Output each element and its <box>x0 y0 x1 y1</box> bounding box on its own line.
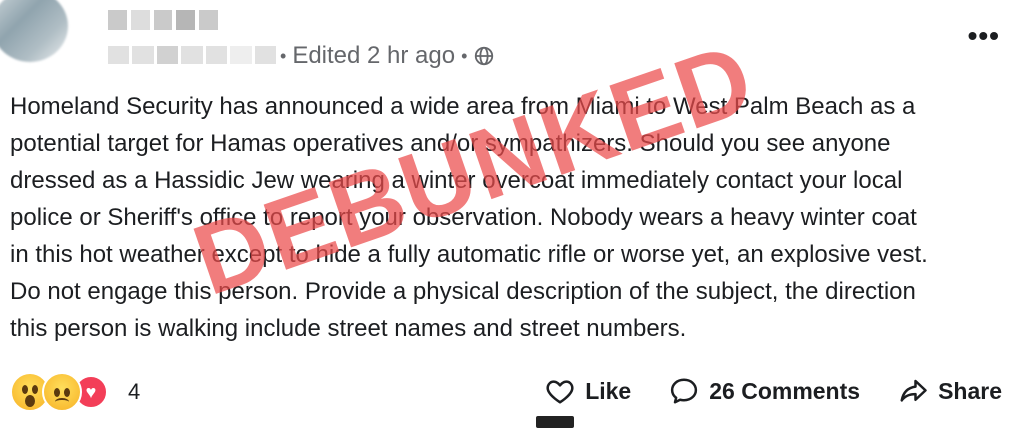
post-line: potential target for Hamas operatives an… <box>10 130 891 157</box>
reactions-summary[interactable]: ♥ 4 <box>10 372 140 412</box>
watermark-badge <box>536 416 574 428</box>
like-button[interactable]: Like <box>545 376 631 406</box>
post-line: police or Sheriff's office to report you… <box>10 204 917 231</box>
author-name-blurred[interactable] <box>108 10 218 30</box>
comments-label: 26 Comments <box>709 377 861 404</box>
edited-timestamp[interactable]: Edited 2 hr ago <box>292 42 455 70</box>
more-options-icon[interactable]: ••• <box>968 20 1000 52</box>
post-line: in this hot weather except to hide a ful… <box>10 241 928 268</box>
post-meta: • Edited 2 hr ago • <box>280 42 495 70</box>
sad-emoji-icon <box>42 372 82 412</box>
post-header: • Edited 2 hr ago • ••• <box>0 0 1020 80</box>
post-actions: Like 26 Comments Share <box>545 376 1002 406</box>
share-arrow-icon <box>900 379 927 402</box>
author-subtitle-blurred <box>108 46 276 64</box>
post-footer: ♥ 4 Like 26 Comments Share <box>0 360 1020 425</box>
meta-separator: • <box>280 45 287 66</box>
like-label: Like <box>585 377 632 404</box>
globe-icon[interactable] <box>473 45 495 67</box>
heart-outline-icon <box>546 380 574 404</box>
comment-bubble-icon <box>671 378 698 404</box>
post-text: Homeland Security has announced a wide a… <box>10 88 1015 347</box>
reaction-count[interactable]: 4 <box>128 379 140 405</box>
meta-separator-2: • <box>461 45 468 66</box>
post-line: this person is walking include street na… <box>10 315 687 342</box>
avatar-blurred[interactable] <box>0 0 68 62</box>
share-label: Share <box>938 377 1002 404</box>
comments-button[interactable]: 26 Comments <box>669 376 860 406</box>
post-line: Homeland Security has announced a wide a… <box>10 93 916 120</box>
share-button[interactable]: Share <box>898 376 1002 406</box>
post-line: Do not engage this person. Provide a phy… <box>10 278 916 305</box>
post-line: dressed as a Hassidic Jew wearing a wint… <box>10 167 903 194</box>
